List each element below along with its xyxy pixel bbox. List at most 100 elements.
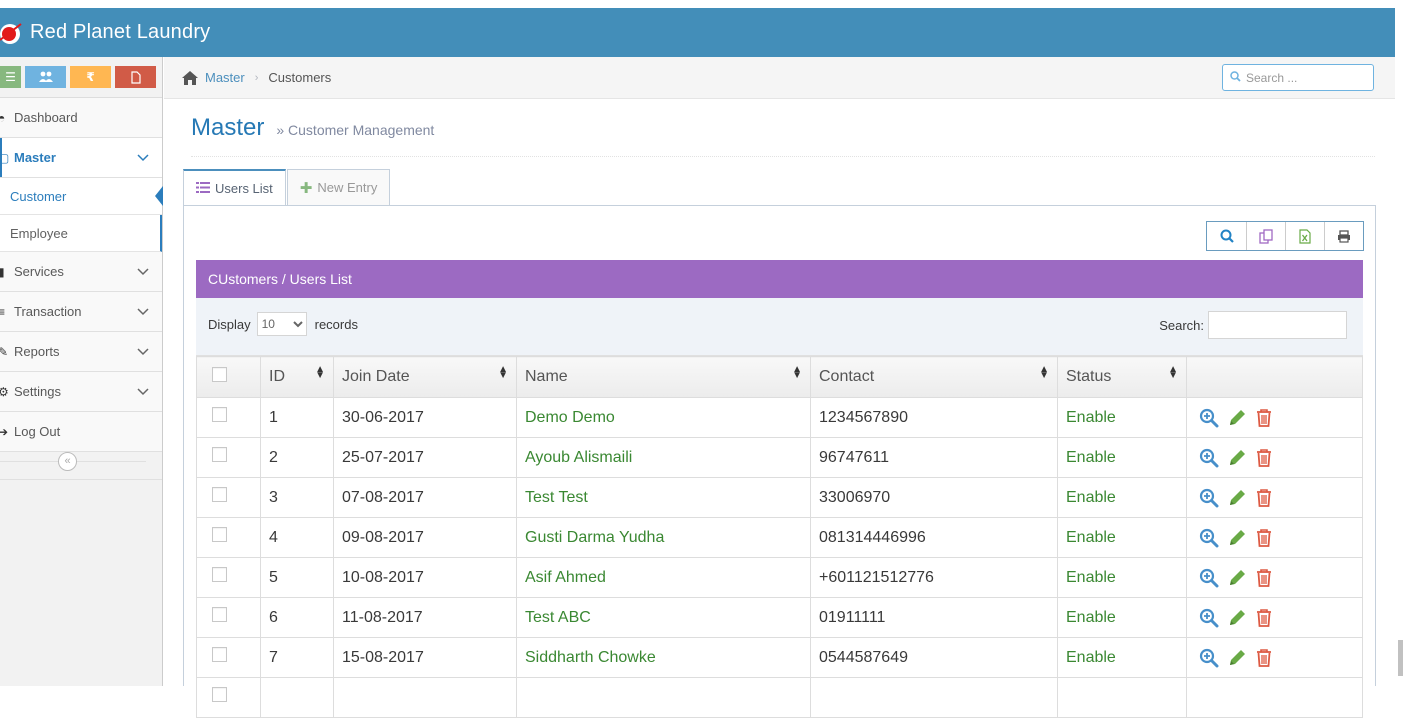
- tab-new-entry[interactable]: ✚ New Entry: [286, 169, 391, 206]
- table-row[interactable]: 4 09-08-2017 Gusti Darma Yudha 081314446996…: [196, 517, 1363, 558]
- sidebar-item-master[interactable]: ▢ Master: [0, 138, 162, 178]
- pencil-icon[interactable]: [1227, 568, 1247, 588]
- row-checkbox[interactable]: [212, 686, 227, 702]
- row-checkbox[interactable]: [212, 526, 227, 542]
- tab-users-list[interactable]: Users List: [183, 169, 286, 206]
- table-tools: [1206, 221, 1364, 251]
- select-all-checkbox[interactable]: [212, 367, 227, 383]
- table-row[interactable]: 6 11-08-2017 Test ABC 01911111 Enable: [196, 597, 1363, 638]
- row-checkbox[interactable]: [212, 566, 227, 582]
- row-actions: [1195, 648, 1362, 668]
- copy-icon[interactable]: [1246, 222, 1285, 250]
- sidebar-item-services[interactable]: ▮ Services: [0, 252, 162, 292]
- table-row[interactable]: 7 15-08-2017 Siddharth Chowke 0544587649 Ena…: [196, 637, 1363, 678]
- row-actions: [1195, 528, 1362, 548]
- trash-icon[interactable]: [1255, 488, 1273, 508]
- users-icon[interactable]: [25, 66, 66, 88]
- home-icon[interactable]: [181, 70, 199, 86]
- sidebar-item-reports[interactable]: ✎ Reports: [0, 332, 162, 372]
- sidebar-item-employee[interactable]: Employee: [0, 215, 162, 252]
- table-row[interactable]: [196, 677, 1363, 718]
- zoom-icon[interactable]: [1199, 528, 1219, 548]
- page-scrollbar[interactable]: [1395, 8, 1406, 686]
- cell-status: Enable: [1057, 517, 1187, 558]
- scrollbar-thumb[interactable]: [1398, 640, 1403, 676]
- zoom-icon[interactable]: [1199, 448, 1219, 468]
- table-row[interactable]: 2 25-07-2017 Ayoub Alismaili 96747611 Enable: [196, 437, 1363, 478]
- search-placeholder: Search ...: [1246, 70, 1298, 85]
- cell-contact: 33006970: [810, 477, 1058, 518]
- list-icon[interactable]: ☰: [0, 66, 21, 88]
- pencil-icon[interactable]: [1227, 528, 1247, 548]
- logout-icon: ➔: [0, 424, 9, 439]
- pencil-icon[interactable]: [1227, 408, 1247, 428]
- breadcrumb-master[interactable]: Master: [205, 70, 245, 85]
- trash-icon[interactable]: [1255, 608, 1273, 628]
- sort-icon: ▲ ▼: [498, 364, 508, 381]
- row-checkbox[interactable]: [212, 446, 227, 462]
- cell-id: 7: [260, 637, 334, 678]
- cell-name: Demo Demo: [516, 397, 811, 438]
- row-checkbox[interactable]: [212, 646, 227, 662]
- services-icon: ▮: [0, 264, 5, 279]
- table-row[interactable]: 5 10-08-2017 Asif Ahmed +601121512776 Enable: [196, 557, 1363, 598]
- pencil-icon[interactable]: [1227, 448, 1247, 468]
- gear-icon: ⚙: [0, 384, 9, 399]
- cell-id: 3: [260, 477, 334, 518]
- print-icon[interactable]: [1324, 222, 1363, 250]
- sort-icon: ▲ ▼: [792, 364, 802, 381]
- row-checkbox[interactable]: [212, 486, 227, 502]
- table-header-row: ID ▲ ▼ Join Date ▲ ▼ Name ▲ ▼ Contact ▲ ▼ Status…: [196, 356, 1363, 398]
- customers-table: ID ▲ ▼ Join Date ▲ ▼ Name ▲ ▼ Contact ▲ ▼ Status…: [196, 356, 1363, 718]
- cell-contact: [810, 677, 1058, 718]
- page-header: Master » Customer Management: [191, 100, 1375, 157]
- column-header-join-date[interactable]: Join Date ▲ ▼: [333, 356, 517, 398]
- column-header-status[interactable]: Status ▲ ▼: [1057, 356, 1187, 398]
- sidebar-item-settings[interactable]: ⚙ Settings: [0, 372, 162, 412]
- cell-join-date: 11-08-2017: [333, 597, 517, 638]
- pencil-icon[interactable]: [1227, 648, 1247, 668]
- red-planet-logo-icon: [0, 21, 22, 45]
- sidebar-item-transaction[interactable]: ≡ Transaction: [0, 292, 162, 332]
- trash-icon[interactable]: [1255, 408, 1273, 428]
- double-chevron-left-icon[interactable]: «: [58, 452, 77, 471]
- search-input[interactable]: Search ...: [1222, 64, 1374, 91]
- pencil-icon: ✎: [0, 344, 9, 359]
- trash-icon[interactable]: [1255, 568, 1273, 588]
- row-checkbox[interactable]: [212, 406, 227, 422]
- trash-icon[interactable]: [1255, 648, 1273, 668]
- cell-name: [516, 677, 811, 718]
- row-checkbox[interactable]: [212, 606, 227, 622]
- tabs: Users List ✚ New Entry: [183, 169, 391, 206]
- row-actions: [1195, 408, 1362, 428]
- cell-actions: [1186, 637, 1363, 678]
- sidebar-item-dashboard[interactable]: ◓ Dashboard: [0, 98, 162, 138]
- brand-title[interactable]: Red Planet Laundry: [30, 21, 210, 44]
- pencil-icon[interactable]: [1227, 488, 1247, 508]
- excel-icon[interactable]: [1285, 222, 1324, 250]
- zoom-icon[interactable]: [1199, 568, 1219, 588]
- column-header-id[interactable]: ID ▲ ▼: [260, 356, 334, 398]
- sidebar-item-label: Settings: [14, 384, 61, 399]
- file-icon[interactable]: [115, 66, 156, 88]
- column-header-name[interactable]: Name ▲ ▼: [516, 356, 811, 398]
- table-search-input[interactable]: [1208, 311, 1347, 339]
- zoom-icon[interactable]: [1199, 608, 1219, 628]
- search-icon[interactable]: [1207, 222, 1246, 250]
- zoom-icon[interactable]: [1199, 648, 1219, 668]
- page-size-select[interactable]: 10: [256, 312, 307, 336]
- trash-icon[interactable]: [1255, 528, 1273, 548]
- pencil-icon[interactable]: [1227, 608, 1247, 628]
- table-row[interactable]: 3 07-08-2017 Test Test 33006970 Enable: [196, 477, 1363, 518]
- rupee-icon[interactable]: ₹: [70, 66, 111, 88]
- sidebar-item-logout[interactable]: ➔ Log Out: [0, 412, 162, 452]
- trash-icon[interactable]: [1255, 448, 1273, 468]
- breadcrumb-customers: Customers: [268, 70, 332, 85]
- cell-id: 4: [260, 517, 334, 558]
- table-row[interactable]: 1 30-06-2017 Demo Demo 1234567890 Enable: [196, 397, 1363, 438]
- cell-join-date: 07-08-2017: [333, 477, 517, 518]
- zoom-icon[interactable]: [1199, 488, 1219, 508]
- zoom-icon[interactable]: [1199, 408, 1219, 428]
- column-header-contact[interactable]: Contact ▲ ▼: [810, 356, 1058, 398]
- sidebar-item-customer[interactable]: Customer: [0, 178, 163, 215]
